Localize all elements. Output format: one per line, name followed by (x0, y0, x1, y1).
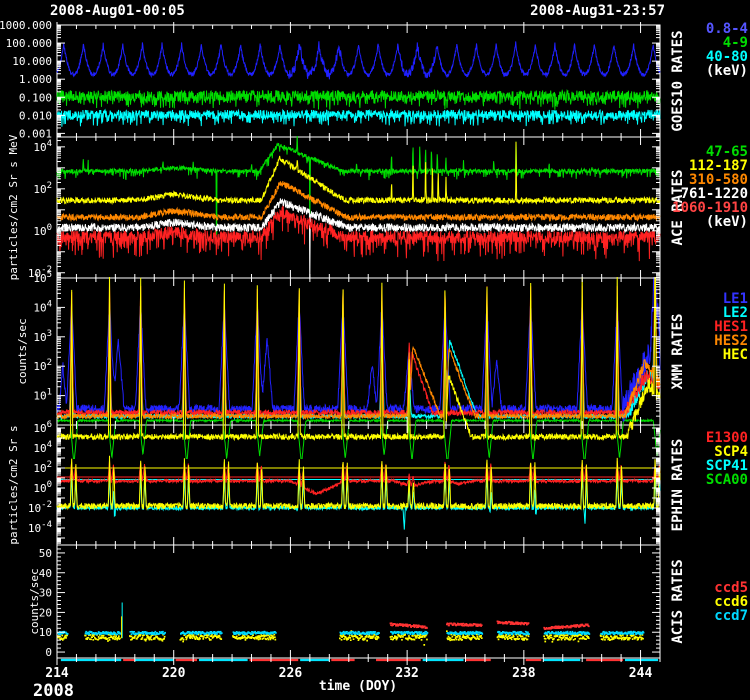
legend-ccd7: ccd7 (714, 608, 748, 624)
ytick-label: 0.100 (19, 91, 52, 104)
ytick-label: 1000.000 (0, 19, 52, 32)
series-SCP41 (57, 475, 660, 530)
legend-HEC: HEC (723, 347, 748, 363)
legend-SCA00: SCA00 (706, 472, 748, 488)
ytick-label: 0.010 (19, 109, 52, 122)
series-HES2 (57, 263, 660, 419)
ytick-label: 101 (33, 388, 52, 403)
ytick-label: 10.000 (12, 55, 52, 68)
ytick-label: 100.000 (6, 37, 52, 50)
y-axis-label: counts/sec (28, 568, 41, 634)
panel-frame-ephin (57, 425, 660, 545)
series-LE1 (57, 258, 660, 422)
radiation-monitor-plot: 2008-Aug01-00:05 2008-Aug31-23:57 1000.0… (0, 0, 750, 700)
ytick-label: 100 (33, 223, 52, 238)
y-axis-label: particles/cm2 Sr s (7, 425, 20, 544)
legend-keV: (keV) (706, 214, 748, 230)
ytick-label: 104 (33, 299, 52, 314)
ytick-label: 104 (33, 139, 52, 154)
ytick-label: 106 (33, 420, 52, 435)
series-ccd7 (58, 632, 645, 635)
xtick-label: 220 (162, 666, 186, 681)
panel-goes10 (57, 41, 660, 126)
ytick-label: 10-2 (28, 500, 52, 515)
panel-acis (57, 602, 644, 644)
xtick-label: 238 (512, 666, 536, 681)
xtick-label: 214 (45, 666, 69, 681)
panel-frame-xmm (57, 278, 660, 425)
panel-title-xmm: XMM RATES (670, 314, 686, 390)
ytick-label: 50 (39, 547, 52, 560)
series-E1300 (57, 461, 660, 495)
panel-ace (57, 135, 660, 282)
ytick-label: 1.000 (19, 73, 52, 86)
series-ccd5 (390, 621, 590, 629)
series-HES1 (57, 268, 660, 418)
ytick-label: 104 (33, 440, 52, 455)
chart-canvas: 1000.000100.00010.0001.0000.1000.0100.00… (0, 0, 750, 700)
ytick-label: 10-4 (28, 520, 52, 535)
y-axis-label: particles/cm2 Sr s MeV (7, 134, 20, 280)
legend-keV: (keV) (706, 63, 748, 79)
panel-title-goes10: GOES10 RATES (670, 30, 686, 131)
ytick-label: 102 (33, 358, 52, 373)
ytick-label: 100 (33, 480, 52, 495)
series-bkg (57, 420, 660, 465)
panel-xmm (57, 250, 660, 464)
series-4-9 (57, 90, 660, 109)
ytick-label: 102 (33, 460, 52, 475)
series-40-80 (57, 110, 660, 127)
y-axis-label: counts/sec (16, 318, 29, 384)
x-axis-label: time (DOY) (208, 679, 508, 694)
ytick-label: 102 (33, 181, 52, 196)
panel-frame-ace (57, 137, 660, 278)
panel-title-ephin: EPHIN RATES (670, 439, 686, 532)
ytick-label: 103 (33, 329, 52, 344)
xtick-label: 244 (629, 666, 653, 681)
panel-ephin (57, 456, 660, 530)
x-axis-year: 2008 (33, 681, 74, 700)
panel-title-acis: ACIS RATES (670, 559, 686, 643)
series-LE2 (57, 307, 660, 419)
series-SCP4 (57, 456, 660, 509)
ytick-label: 105 (33, 270, 52, 285)
ytick-label: 0 (45, 646, 52, 659)
series-0.8-4 (57, 41, 660, 79)
